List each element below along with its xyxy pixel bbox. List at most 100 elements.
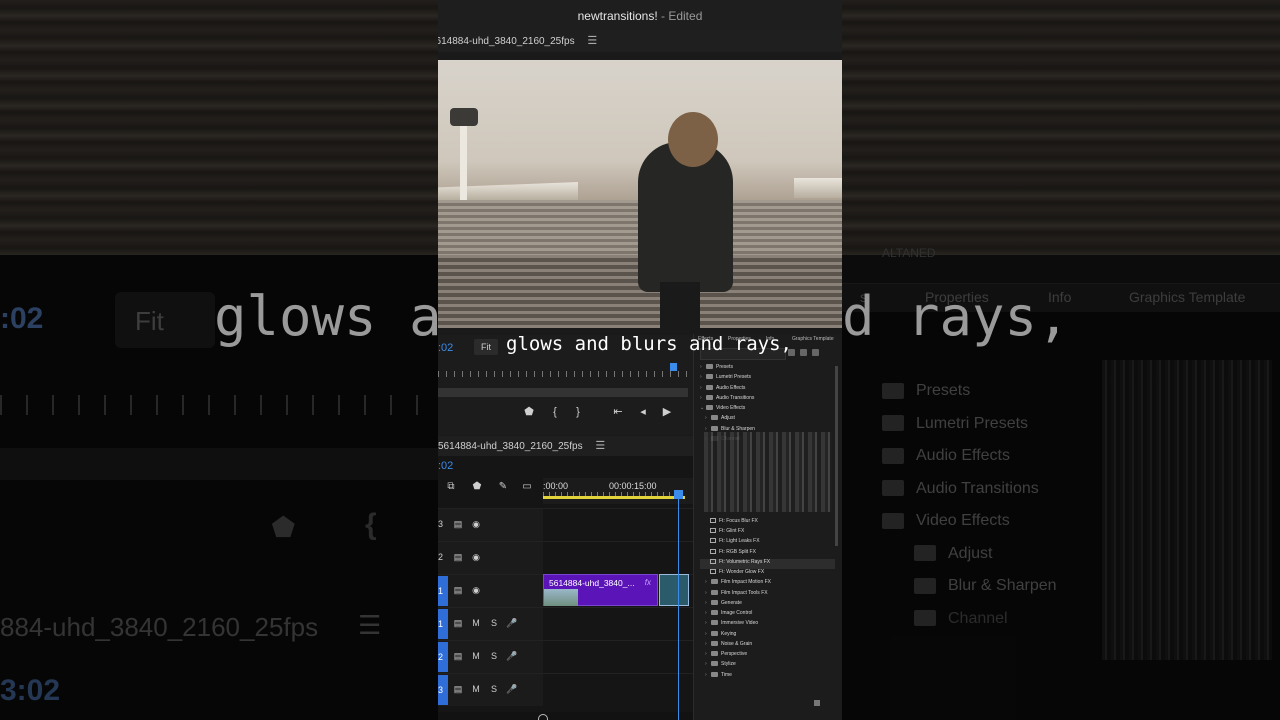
- sync-lock-icon[interactable]: ▤: [452, 651, 464, 662]
- timeline-timecode[interactable]: :02: [438, 460, 453, 472]
- effect-preset-item[interactable]: Ft: Focus Blur FX: [700, 518, 835, 528]
- timeline-playhead[interactable]: [678, 490, 679, 720]
- effect-folder-item[interactable]: › Keying: [700, 631, 835, 641]
- play-icon[interactable]: ▶: [660, 405, 674, 419]
- glitch-overlay: [704, 432, 832, 512]
- add-marker-icon[interactable]: ⬟: [522, 405, 536, 419]
- tab-graphics-template[interactable]: Graphics Template: [792, 336, 834, 342]
- folder-icon: [711, 425, 718, 431]
- track-a1: 1 ▤ M S 🎤: [438, 607, 693, 640]
- effect-folder-item[interactable]: › Perspective: [700, 651, 835, 661]
- track-lane[interactable]: [543, 509, 693, 541]
- monitor-zoom-scrollbar[interactable]: [438, 388, 688, 397]
- microphone-icon[interactable]: 🎤: [506, 618, 518, 629]
- folder-icon: [711, 620, 718, 626]
- mark-in-icon[interactable]: {: [548, 405, 562, 419]
- effect-preset-item[interactable]: Ft: Light Leaks FX: [700, 538, 835, 548]
- sync-lock-icon[interactable]: ▤: [452, 519, 464, 530]
- track-label[interactable]: 3: [438, 519, 443, 529]
- program-timecode[interactable]: :02: [438, 342, 453, 354]
- effect-preset-item[interactable]: Ft: Wonder Glow FX: [700, 569, 835, 579]
- monitor-playhead[interactable]: [670, 363, 677, 371]
- step-back-icon[interactable]: ◂: [636, 405, 650, 419]
- panel-menu-icon[interactable]: ☰: [587, 35, 597, 47]
- track-label-active[interactable]: 3: [438, 675, 448, 705]
- edited-status: - Edited: [657, 9, 703, 23]
- track-label[interactable]: 2: [438, 552, 443, 562]
- microphone-icon[interactable]: 🎤: [506, 684, 518, 695]
- eye-icon[interactable]: ◉: [470, 585, 482, 596]
- effect-folder-item[interactable]: › Generate: [700, 600, 835, 610]
- program-video-frame[interactable]: [438, 60, 842, 328]
- effect-folder-item[interactable]: › Adjust: [700, 415, 835, 425]
- timeline-menu-icon[interactable]: ☰: [595, 440, 605, 452]
- effect-preset-item[interactable]: Ft: Volumetric Rays FX: [700, 558, 835, 569]
- microphone-icon[interactable]: 🎤: [506, 651, 518, 662]
- go-to-in-icon[interactable]: ⇤: [611, 405, 625, 419]
- nest-icon[interactable]: ⧉: [444, 480, 458, 494]
- mute-button[interactable]: M: [470, 684, 482, 694]
- effect-folder-item[interactable]: › Image Control: [700, 610, 835, 620]
- wrench-icon[interactable]: ✎: [496, 480, 510, 494]
- 32bit-effects-icon[interactable]: [800, 349, 807, 356]
- sync-lock-icon[interactable]: ▤: [452, 618, 464, 629]
- track-label-active[interactable]: 1: [438, 609, 448, 639]
- solo-button[interactable]: S: [488, 618, 500, 628]
- effect-folder-item[interactable]: › Film Impact Motion FX: [700, 579, 835, 589]
- zoom-fit-select[interactable]: Fit: [474, 339, 498, 355]
- timeline-ruler[interactable]: :00:00 00:00:15:00: [543, 478, 693, 504]
- effect-preset-item[interactable]: Ft: RGB Split FX: [700, 549, 835, 559]
- effect-preset-item[interactable]: Ft: Glint FX: [700, 528, 835, 538]
- effect-label: Lumetri Presets: [716, 374, 752, 381]
- sync-lock-icon[interactable]: ▤: [452, 585, 464, 596]
- effect-folder-item[interactable]: › Time: [700, 672, 835, 682]
- effect-folder-item[interactable]: › Noise & Grain: [700, 641, 835, 651]
- mute-button[interactable]: M: [470, 618, 482, 628]
- effect-folder-item[interactable]: › Audio Transitions: [700, 395, 835, 405]
- effect-label: Ft: Glint FX: [719, 528, 745, 534]
- effect-label: Blur & Sharpen: [721, 425, 755, 432]
- solo-button[interactable]: S: [488, 684, 500, 694]
- effect-folder-item[interactable]: › Immersive Video: [700, 620, 835, 630]
- timeline-scroll-knob[interactable]: [538, 714, 548, 720]
- clip-name: 5614884-uhd_3840_...: [549, 578, 635, 588]
- captions-icon[interactable]: ▭: [520, 480, 534, 494]
- folder-icon: [711, 589, 718, 595]
- track-label-active[interactable]: 2: [438, 642, 448, 672]
- video-clip[interactable]: 5614884-uhd_3840_... fx: [543, 574, 658, 606]
- effect-folder-item[interactable]: › Stylize: [700, 661, 835, 671]
- solo-button[interactable]: S: [488, 651, 500, 661]
- effect-icon: [710, 569, 716, 575]
- lamp-post: [460, 120, 467, 200]
- effect-folder-item[interactable]: › Film Impact Tools FX: [700, 590, 835, 600]
- eye-icon[interactable]: ◉: [470, 519, 482, 530]
- sync-lock-icon[interactable]: ▤: [452, 684, 464, 695]
- new-bin-icon[interactable]: [814, 700, 820, 706]
- effect-folder-item[interactable]: › Audio Effects: [700, 385, 835, 395]
- yuv-effects-icon[interactable]: [812, 349, 819, 356]
- track-lane[interactable]: [543, 608, 693, 640]
- effect-folder-item[interactable]: › Presets: [700, 364, 835, 374]
- work-area-bar[interactable]: [543, 496, 685, 499]
- folder-icon: [711, 640, 718, 646]
- effect-folder-item[interactable]: › Lumetri Presets: [700, 374, 835, 384]
- timeline-scrollbar[interactable]: [438, 712, 693, 720]
- track-lane[interactable]: [543, 542, 693, 574]
- effect-label: Stylize: [721, 661, 736, 668]
- monitor-time-ruler[interactable]: [438, 365, 688, 379]
- track-lane[interactable]: [543, 674, 693, 706]
- video-clip-next[interactable]: [659, 574, 689, 606]
- mute-button[interactable]: M: [470, 651, 482, 661]
- track-label-active[interactable]: 1: [438, 576, 448, 606]
- clip-fx-badge[interactable]: fx: [645, 578, 651, 587]
- program-sequence-name[interactable]: 5614884-uhd_3840_2160_25fps: [438, 36, 575, 47]
- folder-icon: [711, 610, 718, 616]
- effects-scrollbar[interactable]: [835, 366, 838, 546]
- eye-icon[interactable]: ◉: [470, 552, 482, 563]
- track-lane[interactable]: [543, 641, 693, 673]
- marker-icon[interactable]: ⬟: [470, 480, 484, 494]
- sync-lock-icon[interactable]: ▤: [452, 552, 464, 563]
- timeline-sequence-tab[interactable]: 5614884-uhd_3840_2160_25fps: [438, 441, 583, 452]
- effect-folder-item[interactable]: ⌄ Video Effects: [700, 405, 835, 415]
- mark-out-icon[interactable]: }: [571, 405, 585, 419]
